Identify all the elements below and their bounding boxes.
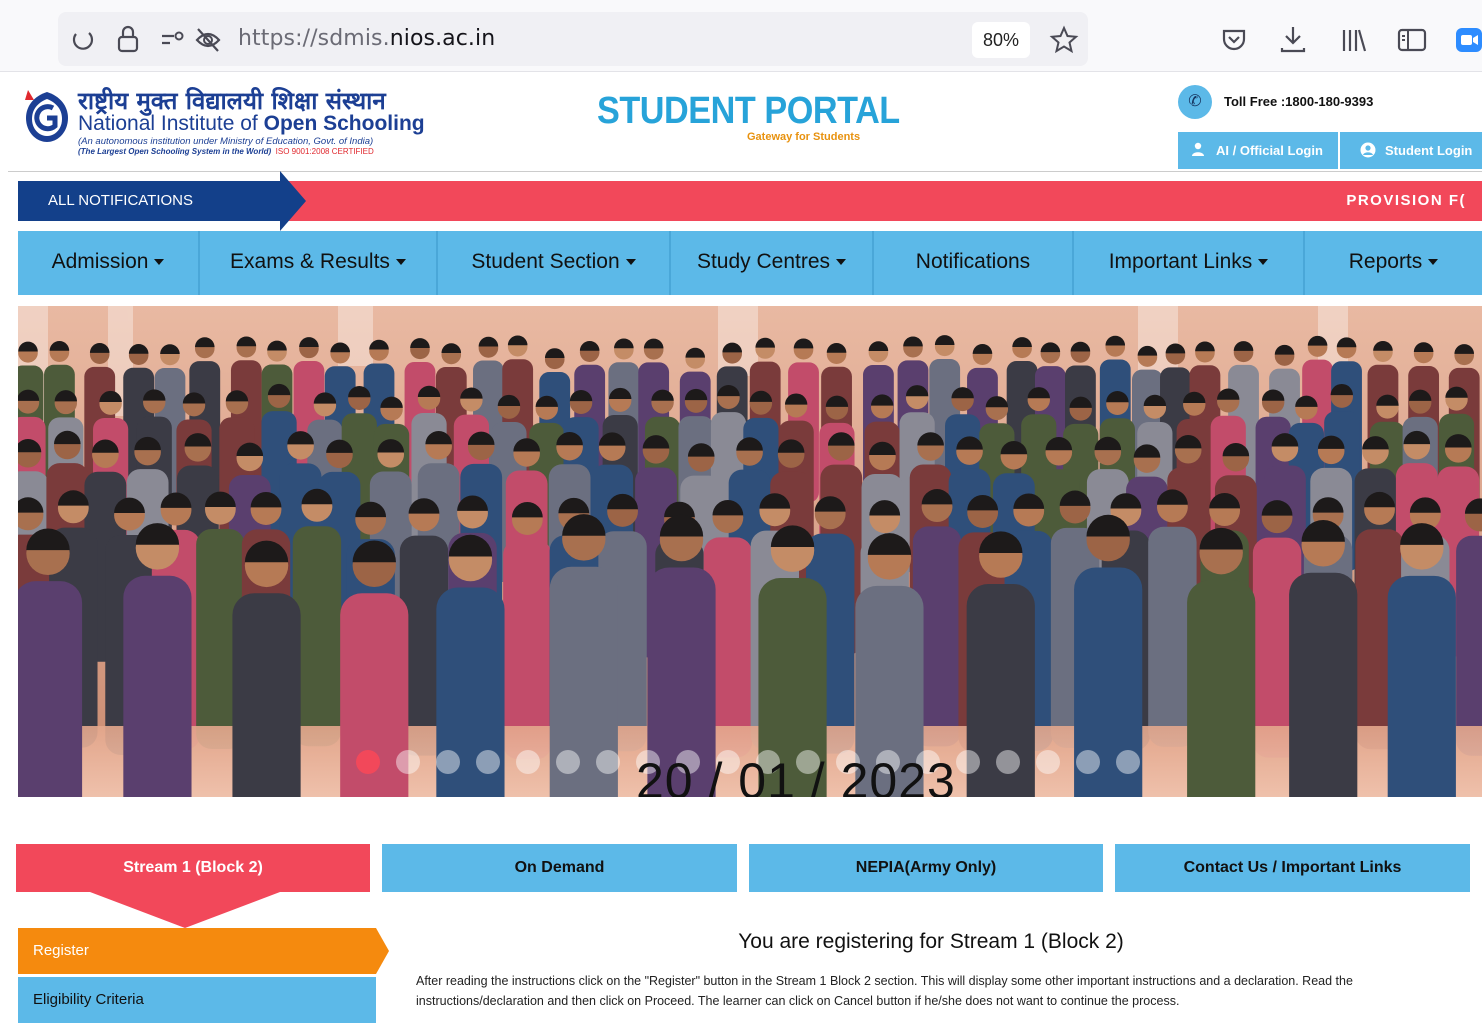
carousel-dot[interactable] (516, 750, 540, 774)
carousel-dot[interactable] (396, 750, 420, 774)
browser-toolbar: https://sdmis.nios.ac.in 80% (0, 0, 1482, 72)
caret-down-icon (1428, 259, 1439, 266)
logo-subtitle: (An autonomous institution under Ministr… (78, 136, 374, 147)
tracking-protection-icon[interactable] (194, 26, 222, 59)
url-text[interactable]: https://sdmis.nios.ac.in (238, 26, 495, 51)
active-tab-pointer (90, 892, 280, 928)
nav-notifications[interactable]: Notifications (874, 231, 1074, 295)
tab-contact-important-links[interactable]: Contact Us / Important Links (1115, 844, 1470, 892)
hero-carousel[interactable]: 20 / 01 / 2023 (18, 306, 1482, 797)
nav-reports[interactable]: Reports (1305, 231, 1482, 295)
carousel-dot[interactable] (1116, 750, 1140, 774)
carousel-dot[interactable] (436, 750, 460, 774)
notification-arrow (280, 171, 306, 231)
login-divider (1338, 132, 1340, 169)
main-nav: Admission Exams & Results Student Sectio… (18, 231, 1482, 295)
all-notifications-link[interactable]: ALL NOTIFICATIONS (18, 181, 280, 221)
user-icon (1192, 142, 1204, 156)
nav-important-links[interactable]: Important Links (1074, 231, 1305, 295)
ai-official-login-button[interactable]: AI / Official Login (1192, 132, 1323, 169)
content-title: You are registering for Stream 1 (Block … (738, 930, 1124, 953)
caret-down-icon (836, 259, 847, 266)
nav-exams-results[interactable]: Exams & Results (200, 231, 438, 295)
video-extension-icon[interactable] (1456, 28, 1482, 57)
group-photo (18, 306, 1482, 797)
library-icon[interactable] (1340, 26, 1368, 59)
notification-bar: ALL NOTIFICATIONS PROVISION F( (18, 171, 1482, 231)
caret-down-icon (395, 259, 406, 266)
logo-tagline: (The Largest Open Schooling System in th… (78, 147, 374, 156)
carousel-dot[interactable] (956, 750, 980, 774)
phone-icon: ✆ (1178, 85, 1212, 119)
instructions-text: After reading the instructions click on … (416, 974, 1353, 1008)
tab-on-demand[interactable]: On Demand (382, 844, 737, 892)
sidebar-icon[interactable] (1397, 27, 1427, 58)
nios-logo[interactable]: राष्ट्रीय मुक्त विद्यालयी शिक्षा संस्थान… (18, 84, 438, 158)
caret-down-icon (154, 259, 165, 266)
carousel-dot[interactable] (1036, 750, 1060, 774)
tab-nepia-army[interactable]: NEPIA(Army Only) (749, 844, 1103, 892)
header-divider (8, 171, 1482, 172)
caret-down-icon (1258, 259, 1269, 266)
register-link[interactable]: Register (18, 928, 389, 974)
carousel-dot[interactable] (356, 750, 380, 774)
pocket-icon[interactable] (1220, 26, 1248, 59)
user-circle-icon (1360, 142, 1376, 158)
carousel-dot[interactable] (1076, 750, 1100, 774)
carousel-dot[interactable] (596, 750, 620, 774)
caret-down-icon (625, 259, 636, 266)
portal-title: STUDENT PORTAL (597, 90, 900, 132)
lock-icon[interactable] (116, 24, 140, 59)
nios-emblem-icon (25, 90, 68, 142)
eligibility-criteria-link[interactable]: Eligibility Criteria (18, 977, 376, 1023)
nav-student-section[interactable]: Student Section (438, 231, 671, 295)
nav-admission[interactable]: Admission (18, 231, 200, 295)
download-icon[interactable] (1279, 24, 1307, 59)
portal-subtitle: Gateway for Students (747, 131, 861, 143)
carousel-dot[interactable] (556, 750, 580, 774)
reload-icon[interactable] (70, 26, 96, 59)
carousel-dot[interactable] (996, 750, 1020, 774)
tab-stream-1-block-2[interactable]: Stream 1 (Block 2) (16, 844, 370, 892)
bookmark-star-icon[interactable] (1049, 25, 1079, 60)
logo-english-text: National Institute of Open Schooling (78, 112, 425, 135)
login-bar: AI / Official Login Student Login (1178, 132, 1482, 169)
student-login-button[interactable]: Student Login (1360, 132, 1472, 169)
permissions-icon[interactable] (160, 28, 186, 56)
toll-free-number: Toll Free :1800-180-9393 (1224, 94, 1374, 109)
notification-ticker[interactable]: PROVISION F( (1346, 181, 1466, 221)
zoom-level[interactable]: 80% (972, 22, 1030, 58)
nav-study-centres[interactable]: Study Centres (671, 231, 874, 295)
carousel-dot[interactable] (476, 750, 500, 774)
banner-date: 20 / 01 / 2023 (636, 753, 956, 797)
